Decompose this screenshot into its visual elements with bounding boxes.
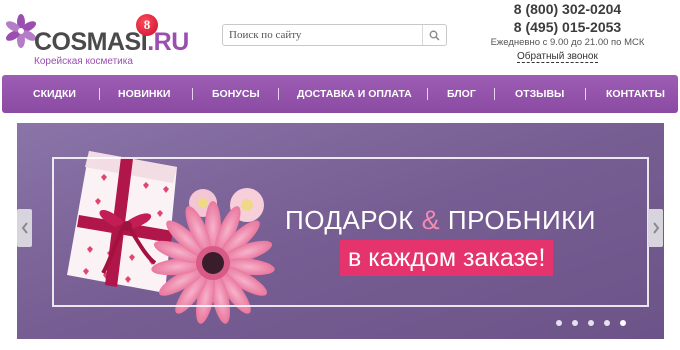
nav-separator bbox=[192, 88, 193, 100]
nav-item-discounts[interactable]: СКИДКИ bbox=[33, 75, 76, 113]
nav-item-bonuses[interactable]: БОНУСЫ bbox=[212, 75, 260, 113]
logo-text: COSMASI.RU bbox=[34, 28, 189, 56]
promo-banner[interactable]: ПОДАРОК & ПРОБНИКИ в каждом заказе! bbox=[17, 123, 664, 339]
nav-item-delivery-payment[interactable]: ДОСТАВКА И ОПЛАТА bbox=[297, 75, 412, 113]
banner-subline: в каждом заказе! bbox=[340, 240, 554, 276]
slider-dot[interactable] bbox=[556, 320, 562, 326]
search-box bbox=[222, 24, 447, 46]
callback-link[interactable]: Обратный звонок bbox=[517, 51, 598, 63]
search-button[interactable] bbox=[422, 25, 446, 45]
nav-item-new[interactable]: НОВИНКИ bbox=[118, 75, 170, 113]
slider-dot[interactable] bbox=[604, 320, 610, 326]
slider-dot-active[interactable] bbox=[620, 320, 626, 326]
nav-separator bbox=[99, 88, 100, 100]
slider-dot[interactable] bbox=[572, 320, 578, 326]
phone-number-1[interactable]: 8 (800) 302-0204 bbox=[480, 0, 655, 18]
nav-item-reviews[interactable]: ОТЗЫВЫ bbox=[515, 75, 564, 113]
flower-icon bbox=[5, 14, 37, 48]
logo-badge: 8 bbox=[136, 14, 158, 36]
banner-ampersand: & bbox=[421, 205, 441, 235]
slider-dot[interactable] bbox=[588, 320, 594, 326]
working-hours: Ежедневно с 9.00 до 21.00 по МСК bbox=[490, 37, 645, 48]
nav-separator bbox=[427, 88, 428, 100]
search-input[interactable] bbox=[229, 28, 419, 42]
nav-separator bbox=[494, 88, 495, 100]
logo[interactable]: COSMASI.RU 8 Корейская косметика bbox=[4, 6, 189, 67]
logo-tagline: Корейская косметика bbox=[34, 56, 133, 67]
banner-headline: ПОДАРОК & ПРОБНИКИ bbox=[285, 205, 596, 235]
main-nav: СКИДКИ НОВИНКИ БОНУСЫ ДОСТАВКА И ОПЛАТА … bbox=[2, 75, 678, 113]
chevron-left-icon bbox=[21, 222, 28, 234]
nav-item-blog[interactable]: БЛОГ bbox=[447, 75, 476, 113]
search-icon bbox=[429, 30, 440, 41]
phone-number-2[interactable]: 8 (495) 015-2053 bbox=[480, 18, 655, 36]
slider-prev-button[interactable] bbox=[17, 209, 32, 247]
nav-separator bbox=[278, 88, 279, 100]
nav-item-contacts[interactable]: КОНТАКТЫ bbox=[606, 75, 665, 113]
slider-next-button[interactable] bbox=[648, 209, 663, 247]
chevron-right-icon bbox=[652, 222, 659, 234]
nav-separator bbox=[585, 88, 586, 100]
